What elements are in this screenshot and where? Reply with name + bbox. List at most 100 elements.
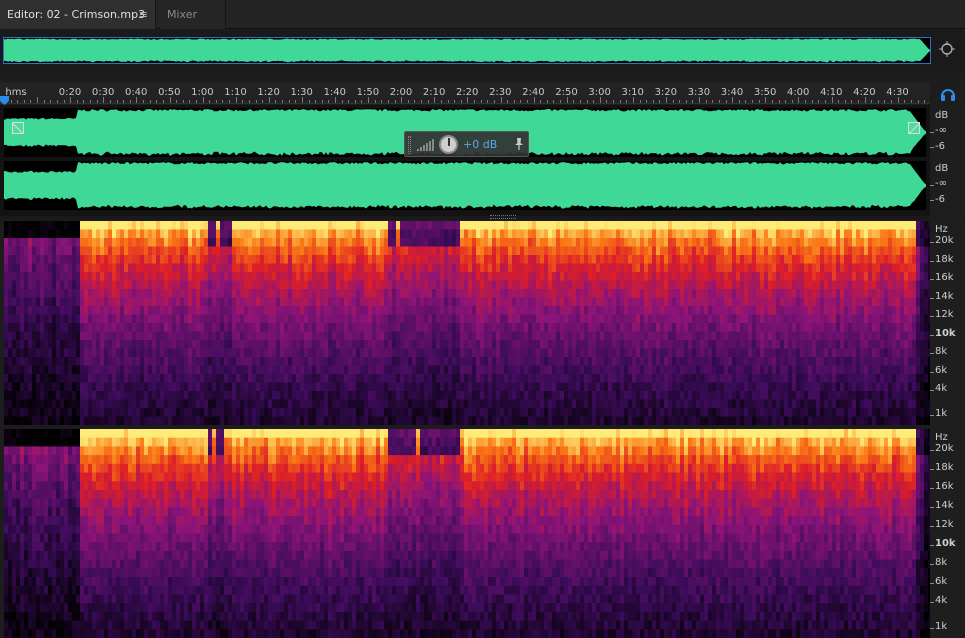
ruler-tick	[229, 100, 230, 103]
ruler-tick	[606, 100, 607, 103]
ruler-tick	[30, 100, 31, 103]
playhead-marker[interactable]	[0, 96, 9, 105]
ruler-tick	[183, 100, 184, 103]
ruler-tick	[414, 100, 415, 103]
ruler-tick	[779, 100, 780, 103]
ruler-tick	[726, 100, 727, 103]
ruler-tick	[507, 100, 508, 103]
hud-volume-control[interactable]: +0 dB	[404, 131, 529, 157]
frequency-label: 14k	[935, 290, 954, 302]
time-ruler[interactable]: hms 0:20 0:30 0:40 0:50 1:00 1:10 1:20 1:30 1:40…	[0, 82, 930, 104]
frequency-label: 18k	[935, 462, 954, 474]
volume-value[interactable]: +0 dB	[463, 138, 497, 151]
scale-tick	[930, 185, 934, 186]
frequency-label: 8k	[935, 557, 948, 569]
ruler-tick	[216, 100, 217, 103]
ruler-tick	[196, 100, 197, 103]
tab-editor[interactable]: Editor: 02 - Crimson.mp3 ≡	[0, 0, 156, 29]
ruler-tick	[759, 100, 760, 103]
waveform-shape	[4, 162, 926, 209]
ruler-tick	[620, 100, 621, 103]
frequency-label: 1k	[935, 408, 948, 419]
tab-mixer[interactable]: Mixer	[160, 0, 226, 29]
fade-out-handle[interactable]	[908, 122, 920, 134]
ruler-tick	[646, 100, 647, 103]
ruler-tick	[679, 100, 680, 103]
ruler-tick	[659, 100, 660, 103]
ruler-tick	[712, 100, 713, 103]
ruler-tick	[83, 100, 84, 103]
frequency-tick	[930, 469, 934, 470]
frequency-label: 20k	[935, 235, 954, 246]
zoom-navigator-icon[interactable]	[938, 40, 958, 60]
frequency-tick	[930, 488, 934, 489]
ruler-tick	[70, 97, 71, 103]
frequency-label: 6k	[935, 576, 948, 588]
ruler-tick	[103, 97, 104, 103]
spectral-display-right[interactable]	[4, 429, 930, 638]
ruler-tick	[236, 97, 237, 103]
pin-icon[interactable]	[513, 137, 525, 151]
ruler-tick	[203, 97, 204, 103]
ruler-tick	[44, 100, 45, 103]
ruler-tick	[328, 100, 329, 103]
ruler-tick	[626, 100, 627, 103]
ruler-tick	[845, 100, 846, 103]
frequency-unit-label: Hz	[935, 432, 948, 443]
ruler-tick	[534, 97, 535, 103]
ruler-tick	[421, 100, 422, 103]
ruler-tick	[745, 100, 746, 103]
waveform-shape	[4, 38, 930, 63]
ruler-tick	[792, 100, 793, 103]
splitter-grip[interactable]	[490, 215, 516, 219]
waveform-right	[4, 162, 926, 209]
ruler-tick	[918, 100, 919, 103]
ruler-tick	[706, 100, 707, 103]
ruler-tick	[613, 100, 614, 103]
ruler-tick	[57, 100, 58, 103]
ruler-tick	[514, 100, 515, 103]
ruler-tick	[467, 97, 468, 103]
ruler-tick	[315, 100, 316, 103]
ruler-tick	[898, 97, 899, 103]
frequency-tick	[930, 628, 934, 629]
frequency-tick	[930, 583, 934, 584]
frequency-label: 4k	[935, 383, 948, 395]
fade-in-handle[interactable]	[12, 122, 24, 134]
ruler-tick	[487, 100, 488, 103]
ruler-tick	[878, 100, 879, 103]
hud-grip-handle[interactable]	[408, 136, 411, 154]
ruler-tick	[249, 100, 250, 103]
volume-knob[interactable]	[439, 135, 458, 154]
overview-visible-range[interactable]	[3, 37, 931, 64]
headphones-icon[interactable]	[940, 86, 956, 102]
frequency-tick	[930, 261, 934, 262]
ruler-tick	[375, 100, 376, 103]
ruler-tick	[884, 100, 885, 103]
db-unit-label-2: dB	[935, 163, 949, 174]
db-minus6-label-1: -6	[935, 141, 945, 152]
spectral-display-left[interactable]	[4, 221, 930, 425]
ruler-tick	[302, 97, 303, 103]
ruler-tick	[322, 100, 323, 103]
ruler-tick	[699, 97, 700, 103]
frequency-label: 18k	[935, 253, 954, 265]
waveform-editor[interactable]	[0, 105, 930, 216]
frequency-scale-right: Hz 20k 18k 16k 14k 12k 10k 8k 6k 4k 1k	[930, 429, 965, 638]
ruler-tick	[90, 100, 91, 103]
waveform-channel-right[interactable]	[4, 161, 926, 210]
panel-menu-icon[interactable]: ≡	[139, 0, 148, 29]
ruler-tick	[686, 100, 687, 103]
ruler-tick	[904, 100, 905, 103]
frequency-tick	[930, 602, 934, 603]
ruler-tick	[812, 100, 813, 103]
ruler-tick	[540, 100, 541, 103]
ruler-tick	[573, 100, 574, 103]
spectrogram-bands	[4, 221, 930, 425]
ruler-tick	[633, 97, 634, 103]
view-splitter[interactable]	[0, 216, 930, 220]
frequency-label: 12k	[935, 309, 954, 321]
ruler-tick	[640, 100, 641, 103]
ruler-tick	[262, 100, 263, 103]
frequency-label: 20k	[935, 443, 954, 454]
